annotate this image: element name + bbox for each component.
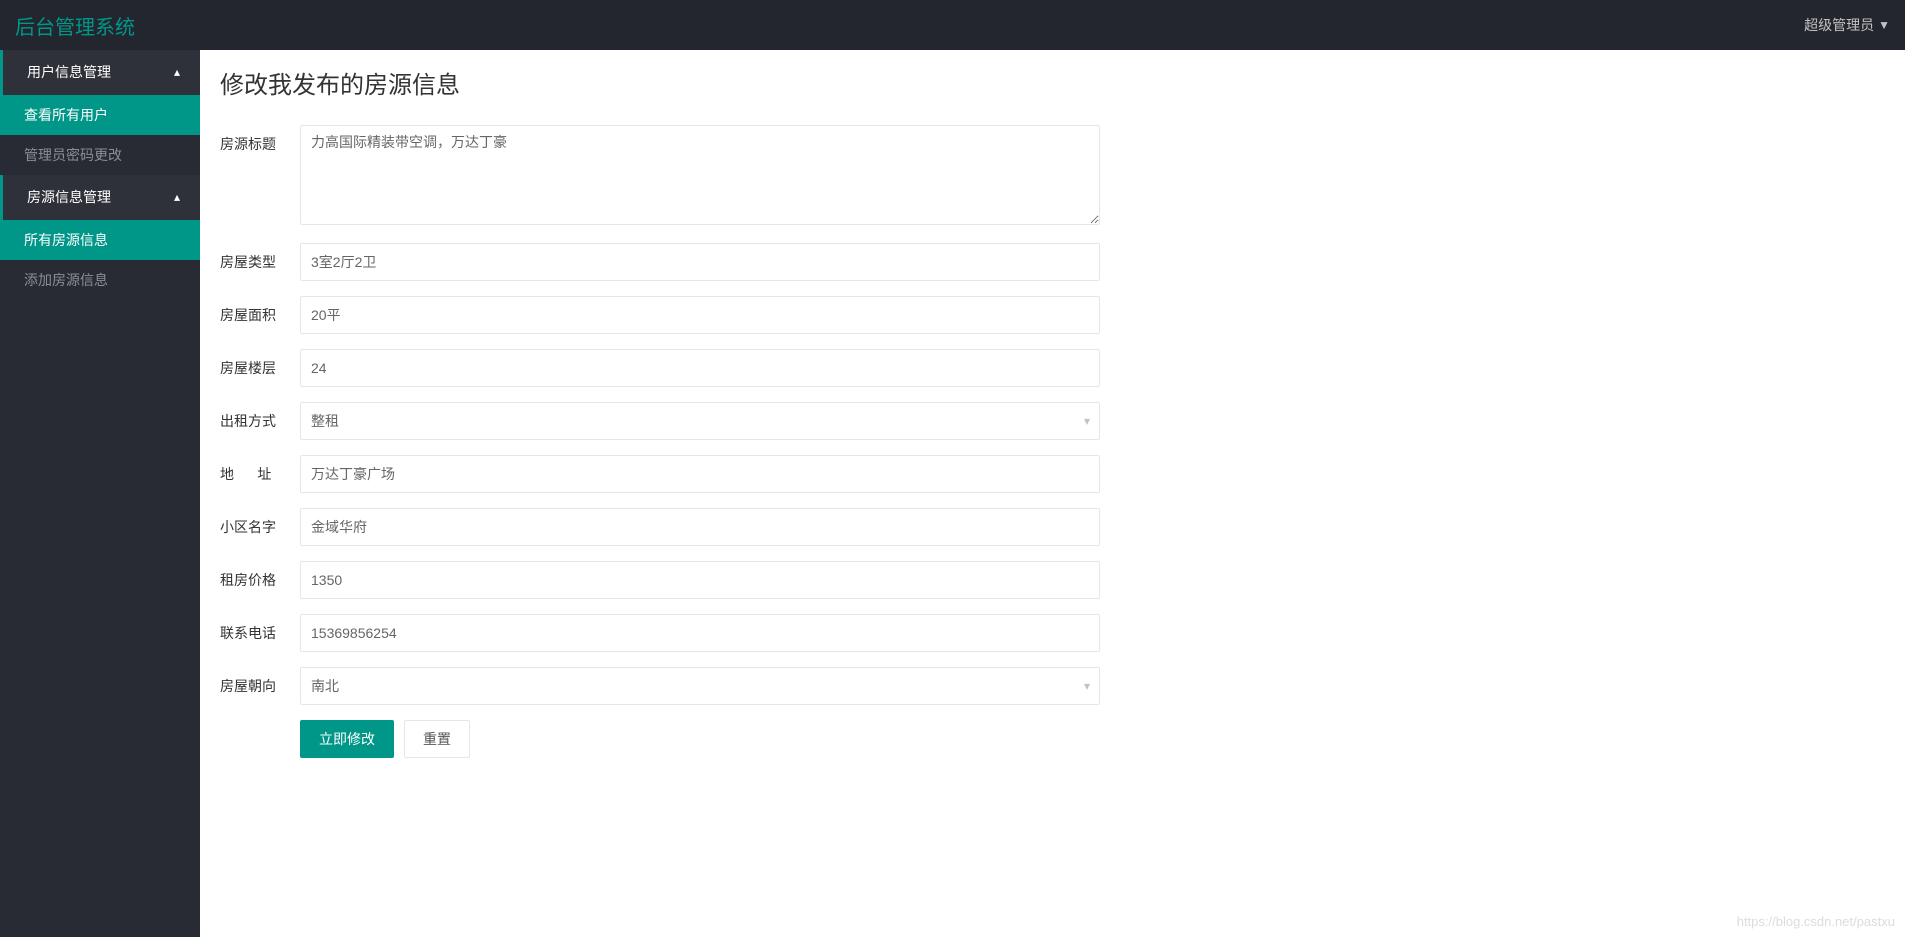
form-row-rent-mode: 出租方式 整租 ▾ — [220, 402, 1885, 440]
input-address[interactable] — [300, 455, 1100, 493]
form-row-type: 房屋类型 — [220, 243, 1885, 281]
label-price: 租房价格 — [220, 561, 300, 590]
label-type: 房屋类型 — [220, 243, 300, 272]
select-orientation-display: 南北 — [300, 667, 1100, 705]
reset-button[interactable]: 重置 — [404, 720, 470, 758]
content: 修改我发布的房源信息 房源标题 力高国际精装带空调，万达丁豪 房屋类型 房屋面积… — [200, 50, 1905, 937]
select-rent-mode-display: 整租 — [300, 402, 1100, 440]
header-user-dropdown[interactable]: 超级管理员 ▼ — [1804, 15, 1890, 35]
input-price[interactable] — [300, 561, 1100, 599]
label-title: 房源标题 — [220, 125, 300, 154]
sidebar-subitem-add-property[interactable]: 添加房源信息 — [0, 260, 200, 300]
form-row-community: 小区名字 — [220, 508, 1885, 546]
sidebar-subitem-change-password[interactable]: 管理员密码更改 — [0, 135, 200, 175]
header: 后台管理系统 超级管理员 ▼ — [0, 0, 1905, 50]
input-title[interactable]: 力高国际精装带空调，万达丁豪 — [300, 125, 1100, 225]
label-rent-mode: 出租方式 — [220, 402, 300, 431]
input-floor[interactable] — [300, 349, 1100, 387]
sidebar-item-label: 房源信息管理 — [27, 175, 111, 220]
form-actions: 立即修改 重置 — [300, 720, 1885, 758]
label-floor: 房屋楼层 — [220, 349, 300, 378]
form-row-orientation: 房屋朝向 南北 ▾ — [220, 667, 1885, 705]
header-logo: 后台管理系统 — [15, 11, 135, 40]
submit-button[interactable]: 立即修改 — [300, 720, 394, 758]
chevron-up-icon: ▴ — [174, 175, 180, 220]
sidebar-subitem-all-properties[interactable]: 所有房源信息 — [0, 220, 200, 260]
sidebar-item-user-management[interactable]: 用户信息管理 ▴ — [0, 50, 200, 95]
label-community: 小区名字 — [220, 508, 300, 537]
sidebar-item-label: 用户信息管理 — [27, 50, 111, 95]
form-row-address: 地 址 — [220, 455, 1885, 493]
header-user-label: 超级管理员 — [1804, 15, 1874, 35]
form-row-title: 房源标题 力高国际精装带空调，万达丁豪 — [220, 125, 1885, 228]
sidebar: 用户信息管理 ▴ 查看所有用户 管理员密码更改 房源信息管理 ▴ 所有房源信息 … — [0, 50, 200, 937]
form-row-floor: 房屋楼层 — [220, 349, 1885, 387]
form-row-area: 房屋面积 — [220, 296, 1885, 334]
label-phone: 联系电话 — [220, 614, 300, 643]
input-phone[interactable] — [300, 614, 1100, 652]
select-orientation[interactable]: 南北 ▾ — [300, 667, 1100, 705]
form-row-price: 租房价格 — [220, 561, 1885, 599]
label-address: 地 址 — [220, 455, 300, 484]
select-rent-mode[interactable]: 整租 ▾ — [300, 402, 1100, 440]
chevron-up-icon: ▴ — [174, 50, 180, 95]
label-area: 房屋面积 — [220, 296, 300, 325]
label-orientation: 房屋朝向 — [220, 667, 300, 696]
sidebar-subitem-view-users[interactable]: 查看所有用户 — [0, 95, 200, 135]
dropdown-icon: ▼ — [1878, 18, 1890, 32]
sidebar-item-property-management[interactable]: 房源信息管理 ▴ — [0, 175, 200, 220]
input-type[interactable] — [300, 243, 1100, 281]
input-community[interactable] — [300, 508, 1100, 546]
input-area[interactable] — [300, 296, 1100, 334]
form-row-phone: 联系电话 — [220, 614, 1885, 652]
page-title: 修改我发布的房源信息 — [220, 65, 1885, 100]
